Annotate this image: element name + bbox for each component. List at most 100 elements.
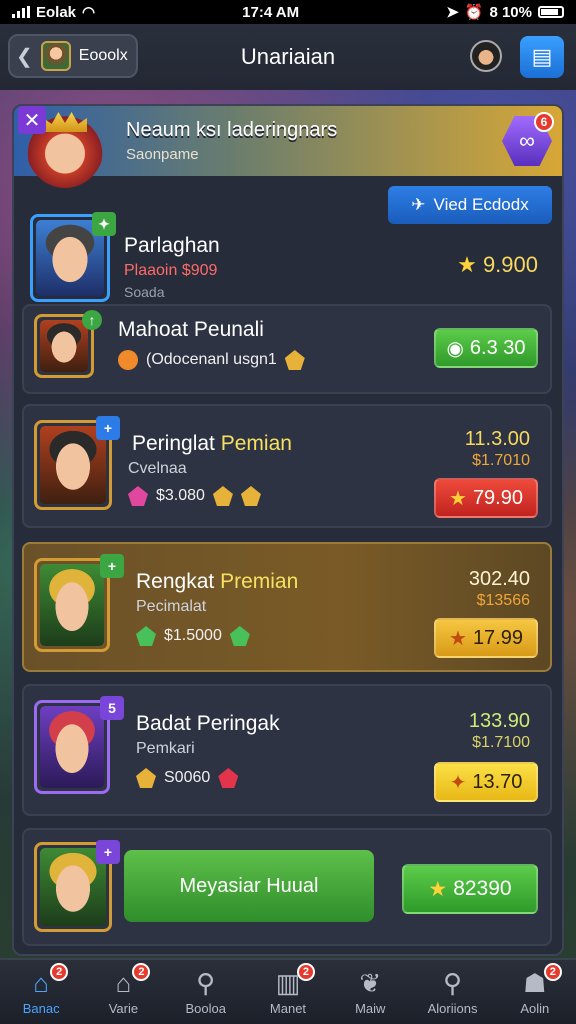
- banner-subtitle: Saonpame: [126, 146, 199, 163]
- notification-badge: 2: [50, 962, 69, 981]
- buy-button[interactable]: ◉ 6.3 30: [434, 328, 538, 368]
- item-value: 133.90: [468, 710, 530, 732]
- nav-label: Aloriions: [427, 1000, 478, 1016]
- list-item[interactable]: ↑ Mahoat Peunali (Odocenanl usgn1 ◉ 6.3 3…: [22, 304, 552, 394]
- gem-icon: [240, 486, 261, 506]
- gem-icon: [212, 486, 233, 506]
- item-detail: (Odocenanl usgn1: [118, 350, 305, 370]
- bottom-nav: ⌂ Banac 2 ⌂ Varie 2 ⚲ Booloa ▥ Manet 2 ❦…: [0, 958, 576, 1024]
- location-icon: ➤: [446, 4, 459, 21]
- rank-icon: 5: [100, 696, 124, 720]
- close-icon[interactable]: ✕: [18, 106, 46, 134]
- notification-badge: 2: [132, 962, 151, 981]
- hero-portrait: [34, 558, 110, 652]
- nav-label: Varie: [108, 1000, 139, 1016]
- gem-icon: [284, 350, 305, 370]
- upgrade-icon: ✦: [92, 212, 116, 236]
- coin-icon: [118, 350, 138, 370]
- buy-button[interactable]: ★ 79.90: [434, 478, 538, 518]
- chevron-left-icon: ❮: [16, 45, 33, 68]
- notification-badge: 2: [296, 962, 315, 981]
- nav-label: Aolin: [520, 1000, 550, 1016]
- item-price: ★ 9.900: [457, 252, 538, 277]
- gem-icon: [128, 486, 148, 506]
- star-icon: ★: [449, 487, 467, 510]
- back-button[interactable]: ❮ Eooolx: [8, 34, 138, 78]
- item-subtitle: Cvelnaa: [128, 460, 187, 477]
- wifi-icon: ◠: [82, 4, 96, 21]
- item-name: Parlaghan: [124, 234, 220, 257]
- nav-item-manet[interactable]: ▥ Manet 2: [253, 962, 323, 1016]
- item-value-alt: $1.7010: [472, 452, 530, 469]
- list-item[interactable]: 5 Badat Peringak Pemkari S0060 133.90 $1…: [22, 684, 552, 816]
- shop-button[interactable]: ▤: [520, 36, 564, 78]
- notification-badge: 2: [543, 962, 562, 981]
- star-icon: ★: [457, 252, 477, 277]
- page-title: Unariaian: [240, 44, 336, 69]
- buy-button[interactable]: ★ 82390: [402, 864, 538, 914]
- item-name: Peringlat Pemian: [132, 432, 292, 455]
- signal-icon: [12, 6, 30, 18]
- notification-badge: 6: [534, 112, 554, 132]
- item-value: 302.40: [468, 568, 530, 590]
- nav-label: Booloa: [185, 1000, 226, 1016]
- star-icon: ★: [428, 877, 448, 901]
- nav-label: Maiw: [355, 1000, 386, 1016]
- battery-percent: 8 10%: [489, 3, 532, 21]
- plus-icon: +: [100, 554, 124, 578]
- item-value-alt: $1.7100: [472, 734, 530, 751]
- alarm-icon: ⏰: [464, 4, 484, 21]
- upgrade-icon: ↑: [82, 310, 102, 330]
- sparkle-icon: ✦: [449, 771, 467, 794]
- gem-icon: [136, 768, 156, 788]
- leaf-icon: ❦: [359, 967, 382, 998]
- item-note: Soada: [124, 284, 165, 300]
- list-item[interactable]: + Rengkat Premian Pecimalat $1.5000 302.…: [22, 542, 552, 672]
- hero-portrait: [34, 700, 110, 794]
- magnifier-icon: ⚲: [443, 967, 463, 998]
- buy-button[interactable]: ✦ 13.70: [434, 762, 538, 802]
- gem-icon: [218, 768, 239, 788]
- store-icon: ▤: [531, 44, 553, 69]
- item-subtitle: Plaaoin $909: [124, 262, 218, 279]
- player-avatar-icon: [40, 41, 71, 71]
- item-name: Mahoat Peunali: [118, 318, 264, 341]
- profile-icon: ☗: [523, 967, 547, 998]
- item-subtitle: Pemkari: [136, 740, 195, 757]
- list-item[interactable]: + Meyasiar Huual ★ 82390: [22, 828, 552, 946]
- home-icon: ⌂: [33, 967, 49, 998]
- item-value-alt: $13566: [476, 592, 530, 609]
- offer-label: Meyasiar Huual: [179, 874, 319, 897]
- nav-label: Banac: [22, 1000, 60, 1016]
- nav-item-booloa[interactable]: ⚲ Booloa: [171, 969, 241, 1016]
- star-icon: ★: [449, 627, 467, 650]
- item-gems: $1.5000: [136, 626, 250, 646]
- top-bar: ❮ Eooolx Unariaian ▤: [0, 24, 576, 90]
- list-item[interactable]: ✦ Parlaghan Plaaoin $909 Soada ★ 9.900: [22, 212, 552, 304]
- plus-icon: +: [96, 416, 120, 440]
- plus-icon: +: [96, 840, 120, 864]
- shop-panel: Neaum ksı laderingnars Saonpame ✕ ∞ 6 ✈ …: [12, 104, 564, 956]
- back-label: Eooolx: [78, 47, 128, 64]
- profile-avatar[interactable]: [470, 40, 502, 72]
- item-name: Badat Peringak: [136, 712, 280, 735]
- gem-icon: [229, 626, 250, 646]
- nav-item-aloriions[interactable]: ⚲ Aloriions: [418, 969, 488, 1016]
- special-offer-button[interactable]: Meyasiar Huual: [124, 850, 374, 922]
- nav-item-banac[interactable]: ⌂ Banac 2: [6, 962, 76, 1016]
- house-icon: ⌂: [115, 967, 132, 998]
- carrier-name: Eolak: [36, 3, 77, 21]
- coin-icon: ◉: [446, 337, 464, 360]
- list-item[interactable]: + Peringlat Pemian Cvelnaa $3.080 11.3.0…: [22, 404, 552, 528]
- status-bar: Eolak ◠ 17:4 AM ➤ ⏰ 8 10%: [0, 0, 576, 24]
- nav-item-varie[interactable]: ⌂ Varie 2: [88, 962, 158, 1016]
- infinity-icon: ∞: [519, 128, 535, 153]
- nav-item-aolin[interactable]: ☗ Aolin 2: [500, 962, 570, 1016]
- buy-button[interactable]: ★ 17.99: [434, 618, 538, 658]
- nav-item-maiw[interactable]: ❦ Maiw: [335, 969, 405, 1016]
- battery-icon: [538, 6, 564, 18]
- gem-icon: [136, 626, 156, 646]
- item-subtitle: Pecimalat: [136, 598, 207, 615]
- nav-label: Manet: [269, 1000, 307, 1016]
- item-name: Rengkat Premian: [136, 570, 299, 593]
